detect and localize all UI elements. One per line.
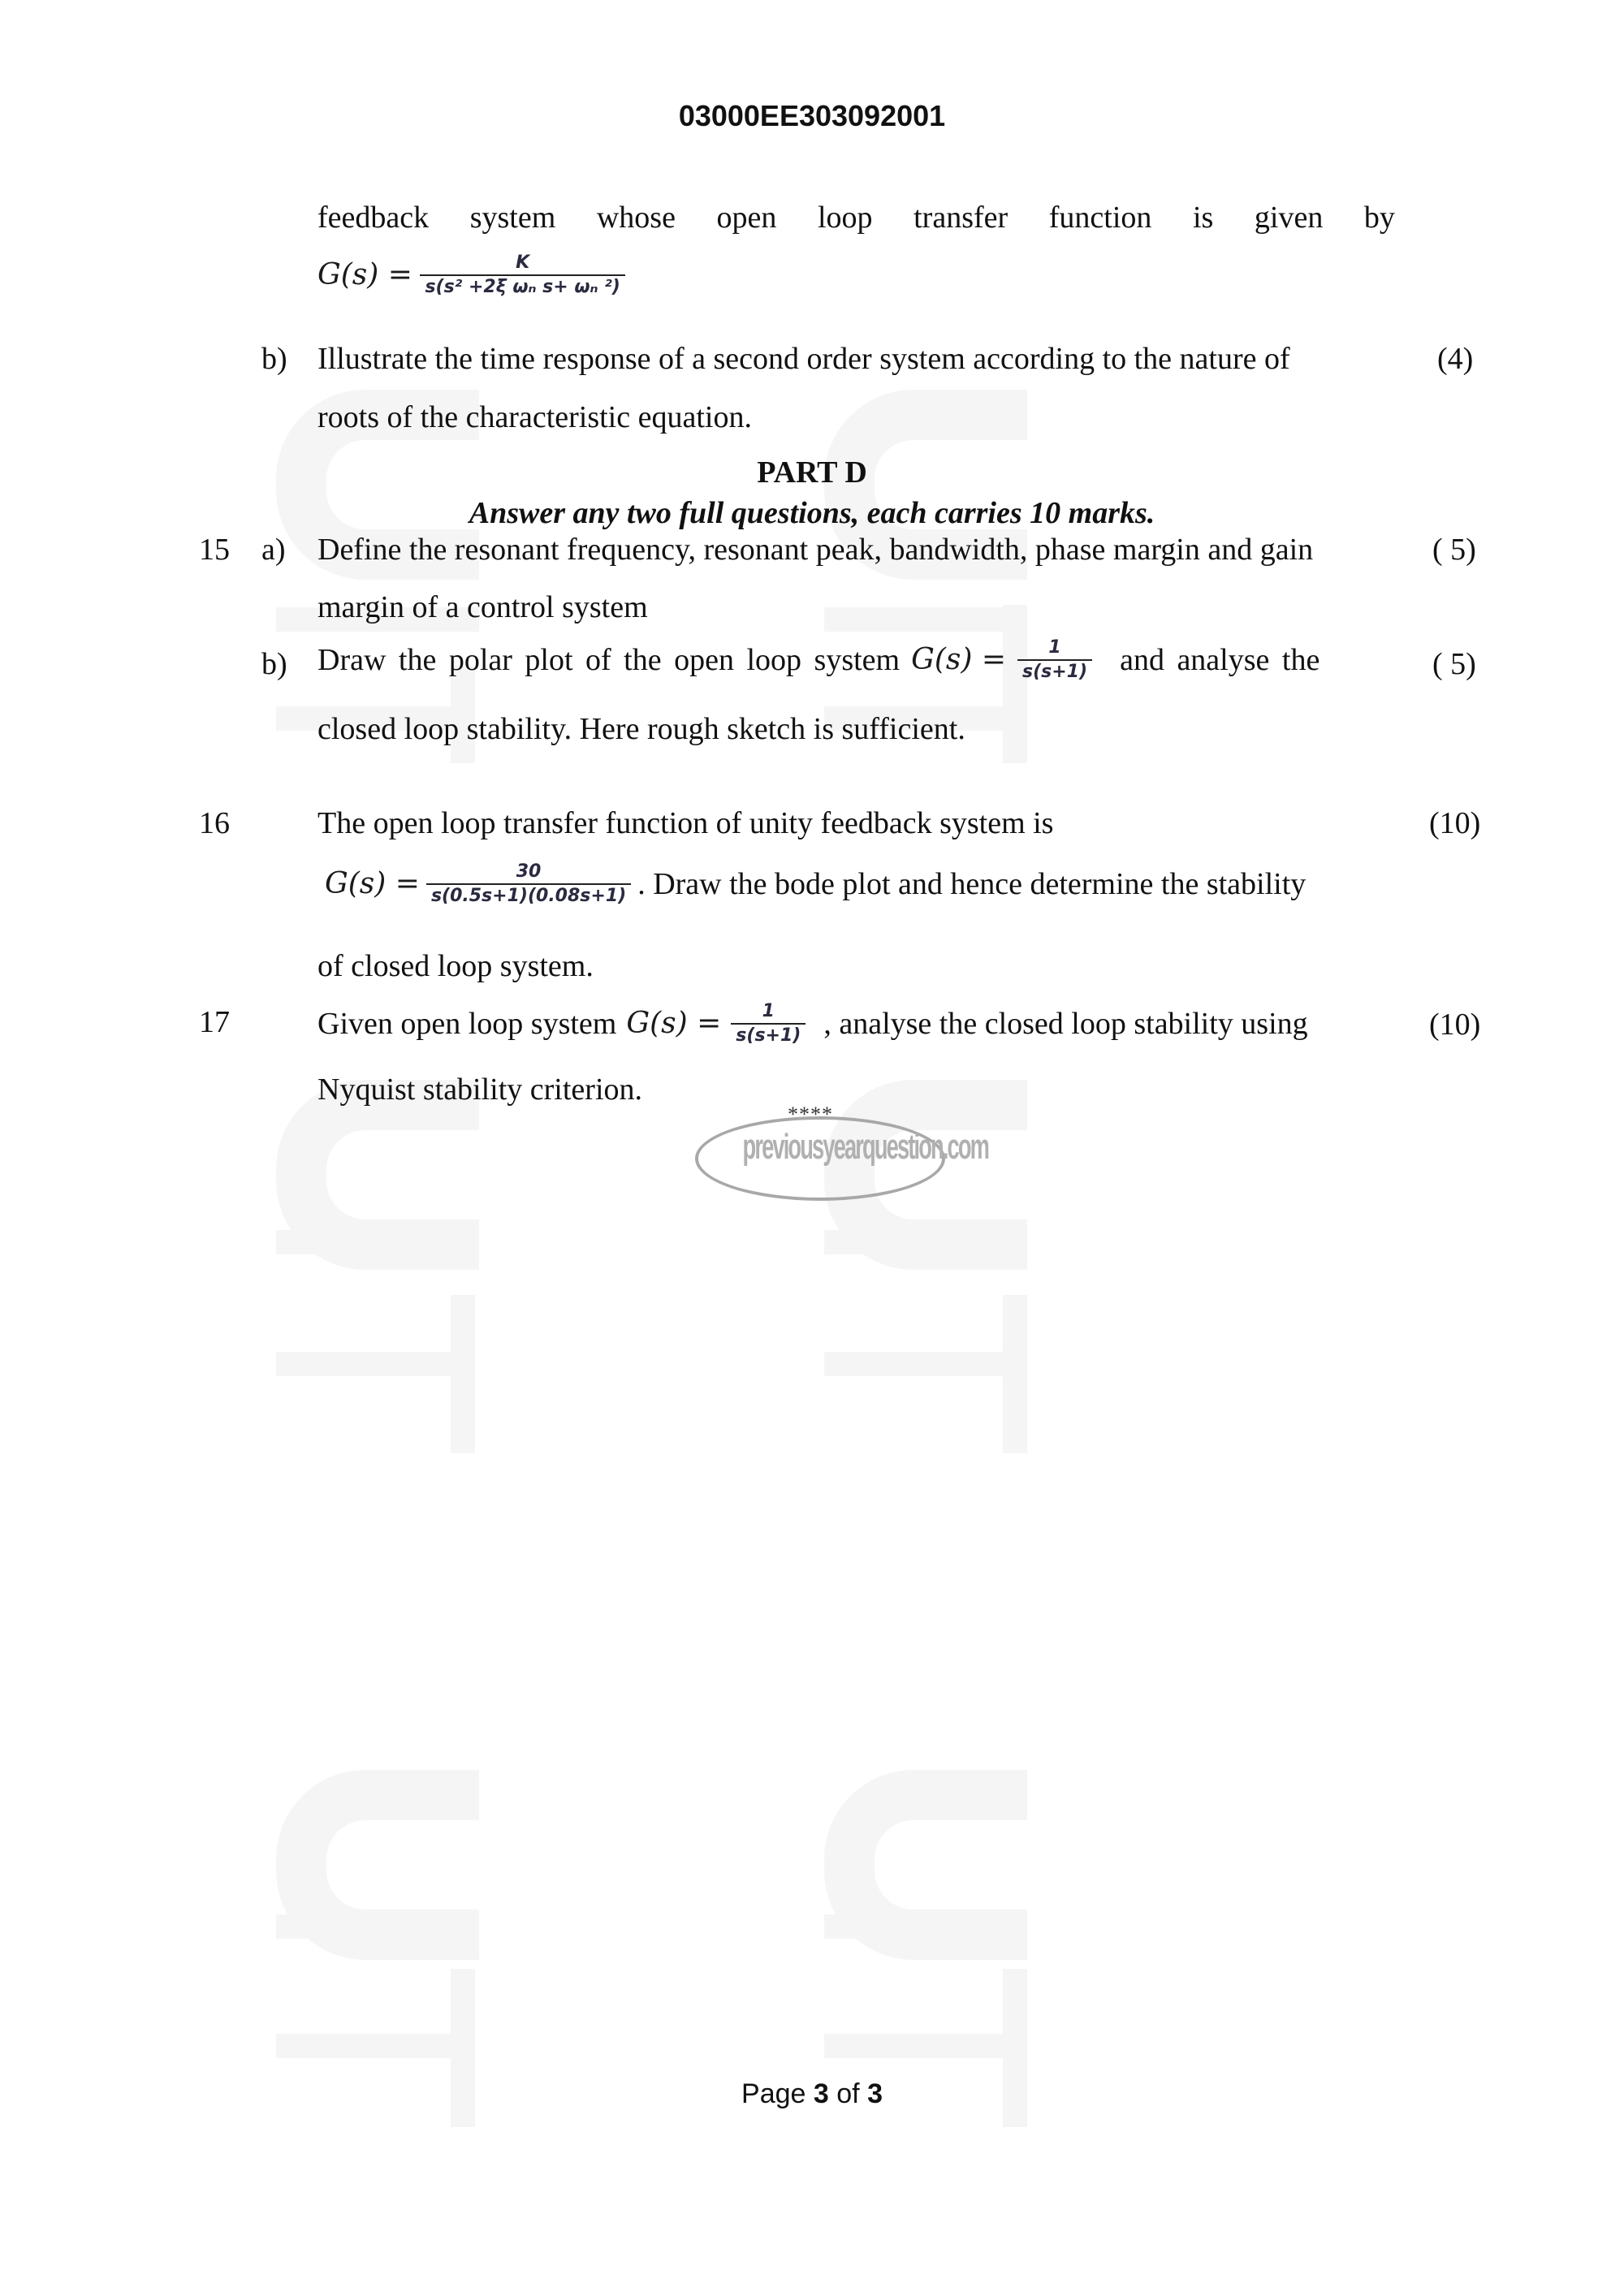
denominator: s(s+1): [1017, 659, 1093, 684]
q15b-text-post: and analyse the: [1120, 643, 1320, 677]
equation-fraction: 1 s(s+1): [731, 1000, 806, 1047]
watermark-t-stem: [824, 1352, 1007, 1376]
word: system: [469, 201, 556, 235]
q17-marks: (10): [1429, 1008, 1481, 1042]
q15b-label: b): [261, 647, 287, 681]
question-number: 15: [199, 533, 230, 567]
watermark-i: [824, 1230, 1027, 1254]
word: is: [1192, 201, 1214, 235]
q17-line1: Given open loop system G(s) = 1 s(s+1) ,…: [317, 1000, 1308, 1047]
question-number: 17: [199, 1005, 230, 1039]
word: feedback: [317, 201, 430, 235]
denominator: s(0.5s+1)(0.08s+1): [425, 883, 632, 908]
numerator: 1: [1048, 637, 1061, 658]
website-stamp-text: previousyearquestion.com: [742, 1127, 990, 1167]
word: function: [1048, 201, 1152, 235]
q15a-line2: margin of a control system: [317, 590, 648, 624]
q16-line3: of closed loop system.: [317, 949, 594, 983]
numerator: K: [516, 252, 530, 273]
word: by: [1363, 201, 1395, 235]
watermark-i: [276, 1914, 479, 1939]
word: whose: [596, 201, 676, 235]
equation-lhs: G(s) =: [325, 867, 420, 900]
q15a-marks: ( 5): [1432, 533, 1476, 567]
word: transfer: [914, 201, 1009, 235]
q17-text-pre: Given open loop system: [317, 1007, 617, 1041]
part-title: PART D: [757, 455, 867, 490]
q16-line2: G(s) = 30 s(0.5s+1)(0.08s+1) . Draw the …: [325, 861, 1306, 908]
q17-text-post: , analyse the closed loop stability usin…: [823, 1007, 1308, 1041]
equation-lhs: G(s) =: [911, 643, 1007, 676]
denominator: s(s+1): [731, 1023, 806, 1047]
q16-text-post: . Draw the bode plot and hence determine…: [637, 867, 1307, 901]
q14b-label: b): [261, 342, 287, 376]
q15a-line1: Define the resonant frequency, resonant …: [317, 533, 1314, 567]
footer-prefix: Page: [741, 2078, 806, 2109]
numerator: 1: [762, 1001, 775, 1021]
equation-lhs: G(s) =: [317, 258, 412, 291]
part-instruction: Answer any two full questions, each carr…: [469, 496, 1155, 530]
equation-lhs: G(s) =: [626, 1007, 722, 1040]
q15b-marks: ( 5): [1432, 647, 1476, 681]
denominator: s(s² +2ξ ωₙ s+ ωₙ ²): [420, 274, 625, 299]
q14b-marks: (4): [1437, 342, 1474, 376]
q15a-label: a): [261, 533, 286, 567]
equation-fraction: K s(s² +2ξ ωₙ s+ ωₙ ²): [420, 252, 625, 299]
q14-continued-line1: feedback system whose open loop transfer…: [317, 200, 1395, 235]
watermark-t-stem: [276, 1352, 459, 1376]
watermark-t-stem: [824, 2034, 1007, 2058]
question-number: 16: [199, 806, 230, 840]
total-pages: 3: [867, 2078, 883, 2109]
q16-marks: (10): [1429, 806, 1481, 840]
q14b-line1: Illustrate the time response of a second…: [317, 342, 1290, 376]
watermark-i: [824, 1914, 1027, 1939]
word: open: [716, 201, 777, 235]
q14b-line2: roots of the characteristic equation.: [317, 400, 752, 434]
q14-equation: G(s) = K s(s² +2ξ ωₙ s+ ωₙ ²): [317, 252, 625, 299]
equation-fraction: 1 s(s+1): [1017, 637, 1093, 684]
equation-fraction: 30 s(0.5s+1)(0.08s+1): [425, 861, 632, 908]
numerator: 30: [516, 861, 542, 882]
current-page: 3: [813, 2078, 829, 2109]
word: loop: [817, 201, 873, 235]
watermark-i: [276, 1230, 479, 1254]
q15b-text-pre: Draw the polar plot of the open loop sys…: [317, 643, 901, 677]
end-of-paper-marker: ****: [788, 1103, 833, 1126]
footer-of: of: [836, 2078, 860, 2109]
q15b-line2: closed loop stability. Here rough sketch…: [317, 712, 965, 746]
watermark-t-stem: [276, 2034, 459, 2058]
watermark-t-bar: [1003, 605, 1027, 763]
paper-code: 03000EE303092001: [678, 99, 946, 132]
q17-line2: Nyquist stability criterion.: [317, 1072, 643, 1107]
q15b-line1: Draw the polar plot of the open loop sys…: [317, 637, 1320, 684]
word: given: [1254, 201, 1324, 235]
watermark-i: [824, 607, 1027, 632]
page-footer: Page 3 of 3: [0, 2078, 1624, 2110]
q16-line1: The open loop transfer function of unity…: [317, 806, 1054, 840]
